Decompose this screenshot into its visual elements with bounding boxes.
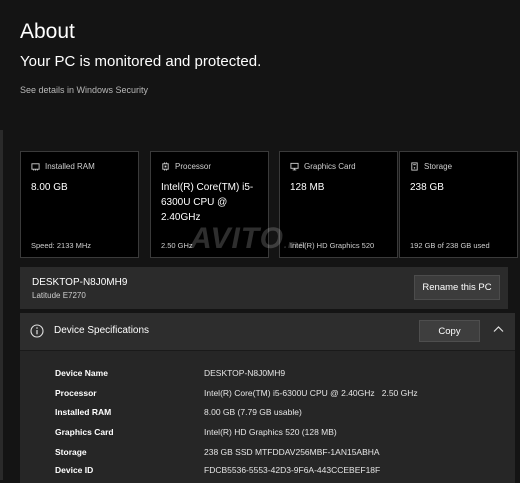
processor-card-label: Processor bbox=[175, 162, 212, 171]
copy-button[interactable]: Copy bbox=[419, 320, 480, 342]
processor-icon bbox=[162, 162, 169, 171]
storage-card-value: 238 GB bbox=[410, 182, 444, 193]
ram-card: Installed RAM 8.00 GB Speed: 2133 MHz bbox=[20, 151, 139, 258]
info-icon bbox=[30, 324, 44, 338]
device-specifications-header[interactable]: Device Specifications Copy bbox=[20, 313, 515, 350]
spec-label: Device ID bbox=[55, 465, 94, 475]
storage-card-label: Storage bbox=[424, 162, 453, 171]
spec-value: 238 GB SSD MTFDDAV256MBF-1AN15ABHA bbox=[204, 447, 380, 457]
avito-watermark: AVITO.ma bbox=[190, 222, 306, 256]
processor-card-value: Intel(R) Core(TM) i5-6300U CPU @ 2.40GHz bbox=[161, 182, 254, 223]
watermark-text: AVITO bbox=[190, 222, 284, 255]
chevron-up-icon[interactable] bbox=[493, 325, 504, 333]
storage-card-footer: 192 GB of 238 GB used bbox=[410, 241, 490, 250]
spec-value: Intel(R) Core(TM) i5-6300U CPU @ 2.40GHz… bbox=[204, 388, 418, 398]
divider bbox=[20, 350, 515, 351]
spec-label: Installed RAM bbox=[55, 407, 112, 417]
spec-label: Storage bbox=[55, 447, 87, 457]
spec-value: Intel(R) HD Graphics 520 (128 MB) bbox=[204, 427, 337, 437]
storage-card: Storage 238 GB 192 GB of 238 GB used bbox=[399, 151, 518, 258]
storage-card-header: Storage bbox=[410, 162, 452, 171]
graphics-card-label: Graphics Card bbox=[304, 162, 356, 171]
device-model: Latitude E7270 bbox=[32, 291, 86, 300]
spec-label: Graphics Card bbox=[55, 427, 114, 437]
ram-card-value: 8.00 GB bbox=[31, 182, 68, 193]
processor-card-header: Processor bbox=[161, 162, 211, 171]
ram-chip-icon bbox=[31, 163, 40, 171]
watermark-suffix: .ma bbox=[283, 239, 306, 251]
graphics-card-icon bbox=[290, 162, 299, 171]
ram-card-label: Installed RAM bbox=[45, 162, 95, 171]
device-name: DESKTOP-N8J0MH9 bbox=[32, 277, 128, 288]
spec-value: FDCB5536-5553-42D3-9F6A-443CCEBEF18F bbox=[204, 465, 381, 475]
spec-value: DESKTOP-N8J0MH9 bbox=[204, 368, 286, 378]
page-title: About bbox=[20, 20, 75, 43]
ram-card-header: Installed RAM bbox=[31, 162, 95, 171]
protection-status: Your PC is monitored and protected. bbox=[20, 53, 262, 70]
device-name-bar: DESKTOP-N8J0MH9 Latitude E7270 Rename th… bbox=[20, 267, 508, 309]
spec-label: Processor bbox=[55, 388, 97, 398]
spec-label: Device Name bbox=[55, 368, 108, 378]
window-left-edge bbox=[0, 130, 3, 480]
ram-card-footer: Speed: 2133 MHz bbox=[31, 241, 92, 250]
rename-pc-button[interactable]: Rename this PC bbox=[414, 275, 500, 300]
storage-icon bbox=[411, 162, 418, 171]
graphics-card-value: 128 MB bbox=[290, 182, 325, 193]
device-specifications-panel: Device Specifications Copy Device Name D… bbox=[20, 313, 515, 483]
graphics-card-header: Graphics Card bbox=[290, 162, 356, 171]
processor-card-footer: 2.50 GHz bbox=[161, 241, 193, 250]
device-specifications-title: Device Specifications bbox=[54, 325, 150, 336]
windows-security-link[interactable]: See details in Windows Security bbox=[20, 85, 148, 95]
spec-value: 8.00 GB (7.79 GB usable) bbox=[204, 407, 302, 417]
